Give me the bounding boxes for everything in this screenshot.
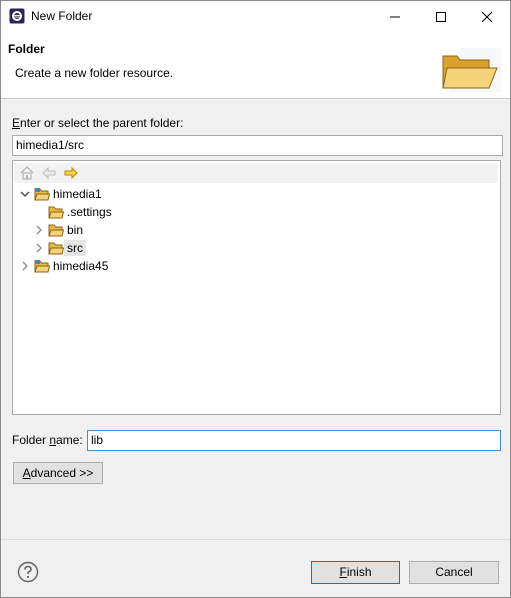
- project-folder-icon: [34, 260, 50, 273]
- tree-item-label: himedia45: [53, 259, 109, 273]
- project-folder-icon: [34, 188, 50, 201]
- page-title: Folder: [8, 42, 45, 56]
- parent-label-mnemonic: E: [12, 116, 21, 130]
- finish-button[interactable]: Finish: [311, 561, 400, 584]
- maximize-button[interactable]: [418, 1, 464, 32]
- tree-item-src[interactable]: src: [32, 239, 86, 257]
- tree-item-label: .settings: [67, 205, 112, 219]
- tree-item-settings[interactable]: .settings: [32, 203, 112, 221]
- title-bar: New Folder: [1, 1, 510, 32]
- finish-mnemonic: F: [339, 565, 347, 579]
- tree-item-label: himedia1: [53, 187, 102, 201]
- folder-icon: [48, 206, 64, 219]
- chevron-right-icon[interactable]: [32, 241, 46, 255]
- eclipse-app-icon: [9, 8, 25, 24]
- parent-folder-input[interactable]: himedia1/src: [12, 135, 503, 156]
- minimize-button[interactable]: [372, 1, 418, 32]
- back-arrow-icon[interactable]: [41, 165, 57, 181]
- close-button[interactable]: [464, 1, 510, 32]
- tree-item-label: bin: [67, 223, 84, 237]
- close-icon: [482, 11, 492, 22]
- forward-arrow-icon[interactable]: [63, 165, 79, 181]
- advanced-label: dvanced >>: [30, 466, 94, 480]
- tree-item-label: src: [64, 240, 86, 256]
- folder-icon: [48, 242, 64, 255]
- advanced-mnemonic: A: [22, 466, 31, 480]
- home-icon[interactable]: [19, 165, 35, 181]
- tree-toolbar: [14, 163, 498, 183]
- folder-icon: [48, 224, 64, 237]
- chevron-right-icon[interactable]: [32, 223, 46, 237]
- help-icon[interactable]: [17, 561, 39, 583]
- folder-tree[interactable]: himedia1 .settings bin src himedia45: [12, 160, 501, 415]
- chevron-down-icon[interactable]: [18, 187, 32, 201]
- folder-name-label-text: Folder: [12, 433, 50, 447]
- tree-item-bin[interactable]: bin: [32, 221, 83, 239]
- advanced-button[interactable]: Advanced >>: [13, 462, 103, 484]
- cancel-button[interactable]: Cancel: [409, 561, 499, 584]
- wizard-header: Folder Create a new folder resource.: [1, 32, 510, 99]
- parent-label-text: nter or select the parent folder:: [20, 116, 184, 130]
- minimize-icon: [390, 16, 400, 17]
- parent-folder-label: Enter or select the parent folder:: [12, 116, 183, 130]
- window-title: New Folder: [31, 9, 93, 23]
- folder-name-label-rest: ame:: [56, 433, 83, 447]
- folder-banner-icon: [442, 48, 501, 92]
- folder-name-label: Folder name:: [12, 433, 83, 447]
- tree-item-himedia1[interactable]: himedia1: [18, 185, 102, 203]
- chevron-right-icon[interactable]: [18, 259, 32, 273]
- finish-label: inish: [346, 565, 372, 579]
- tree-item-himedia45[interactable]: himedia45: [18, 257, 108, 275]
- footer-separator: [1, 539, 510, 540]
- folder-name-input[interactable]: lib: [87, 430, 501, 451]
- new-folder-dialog: New Folder Folder Create a new folder re…: [0, 0, 511, 598]
- page-description: Create a new folder resource.: [15, 66, 174, 80]
- maximize-icon: [436, 11, 446, 22]
